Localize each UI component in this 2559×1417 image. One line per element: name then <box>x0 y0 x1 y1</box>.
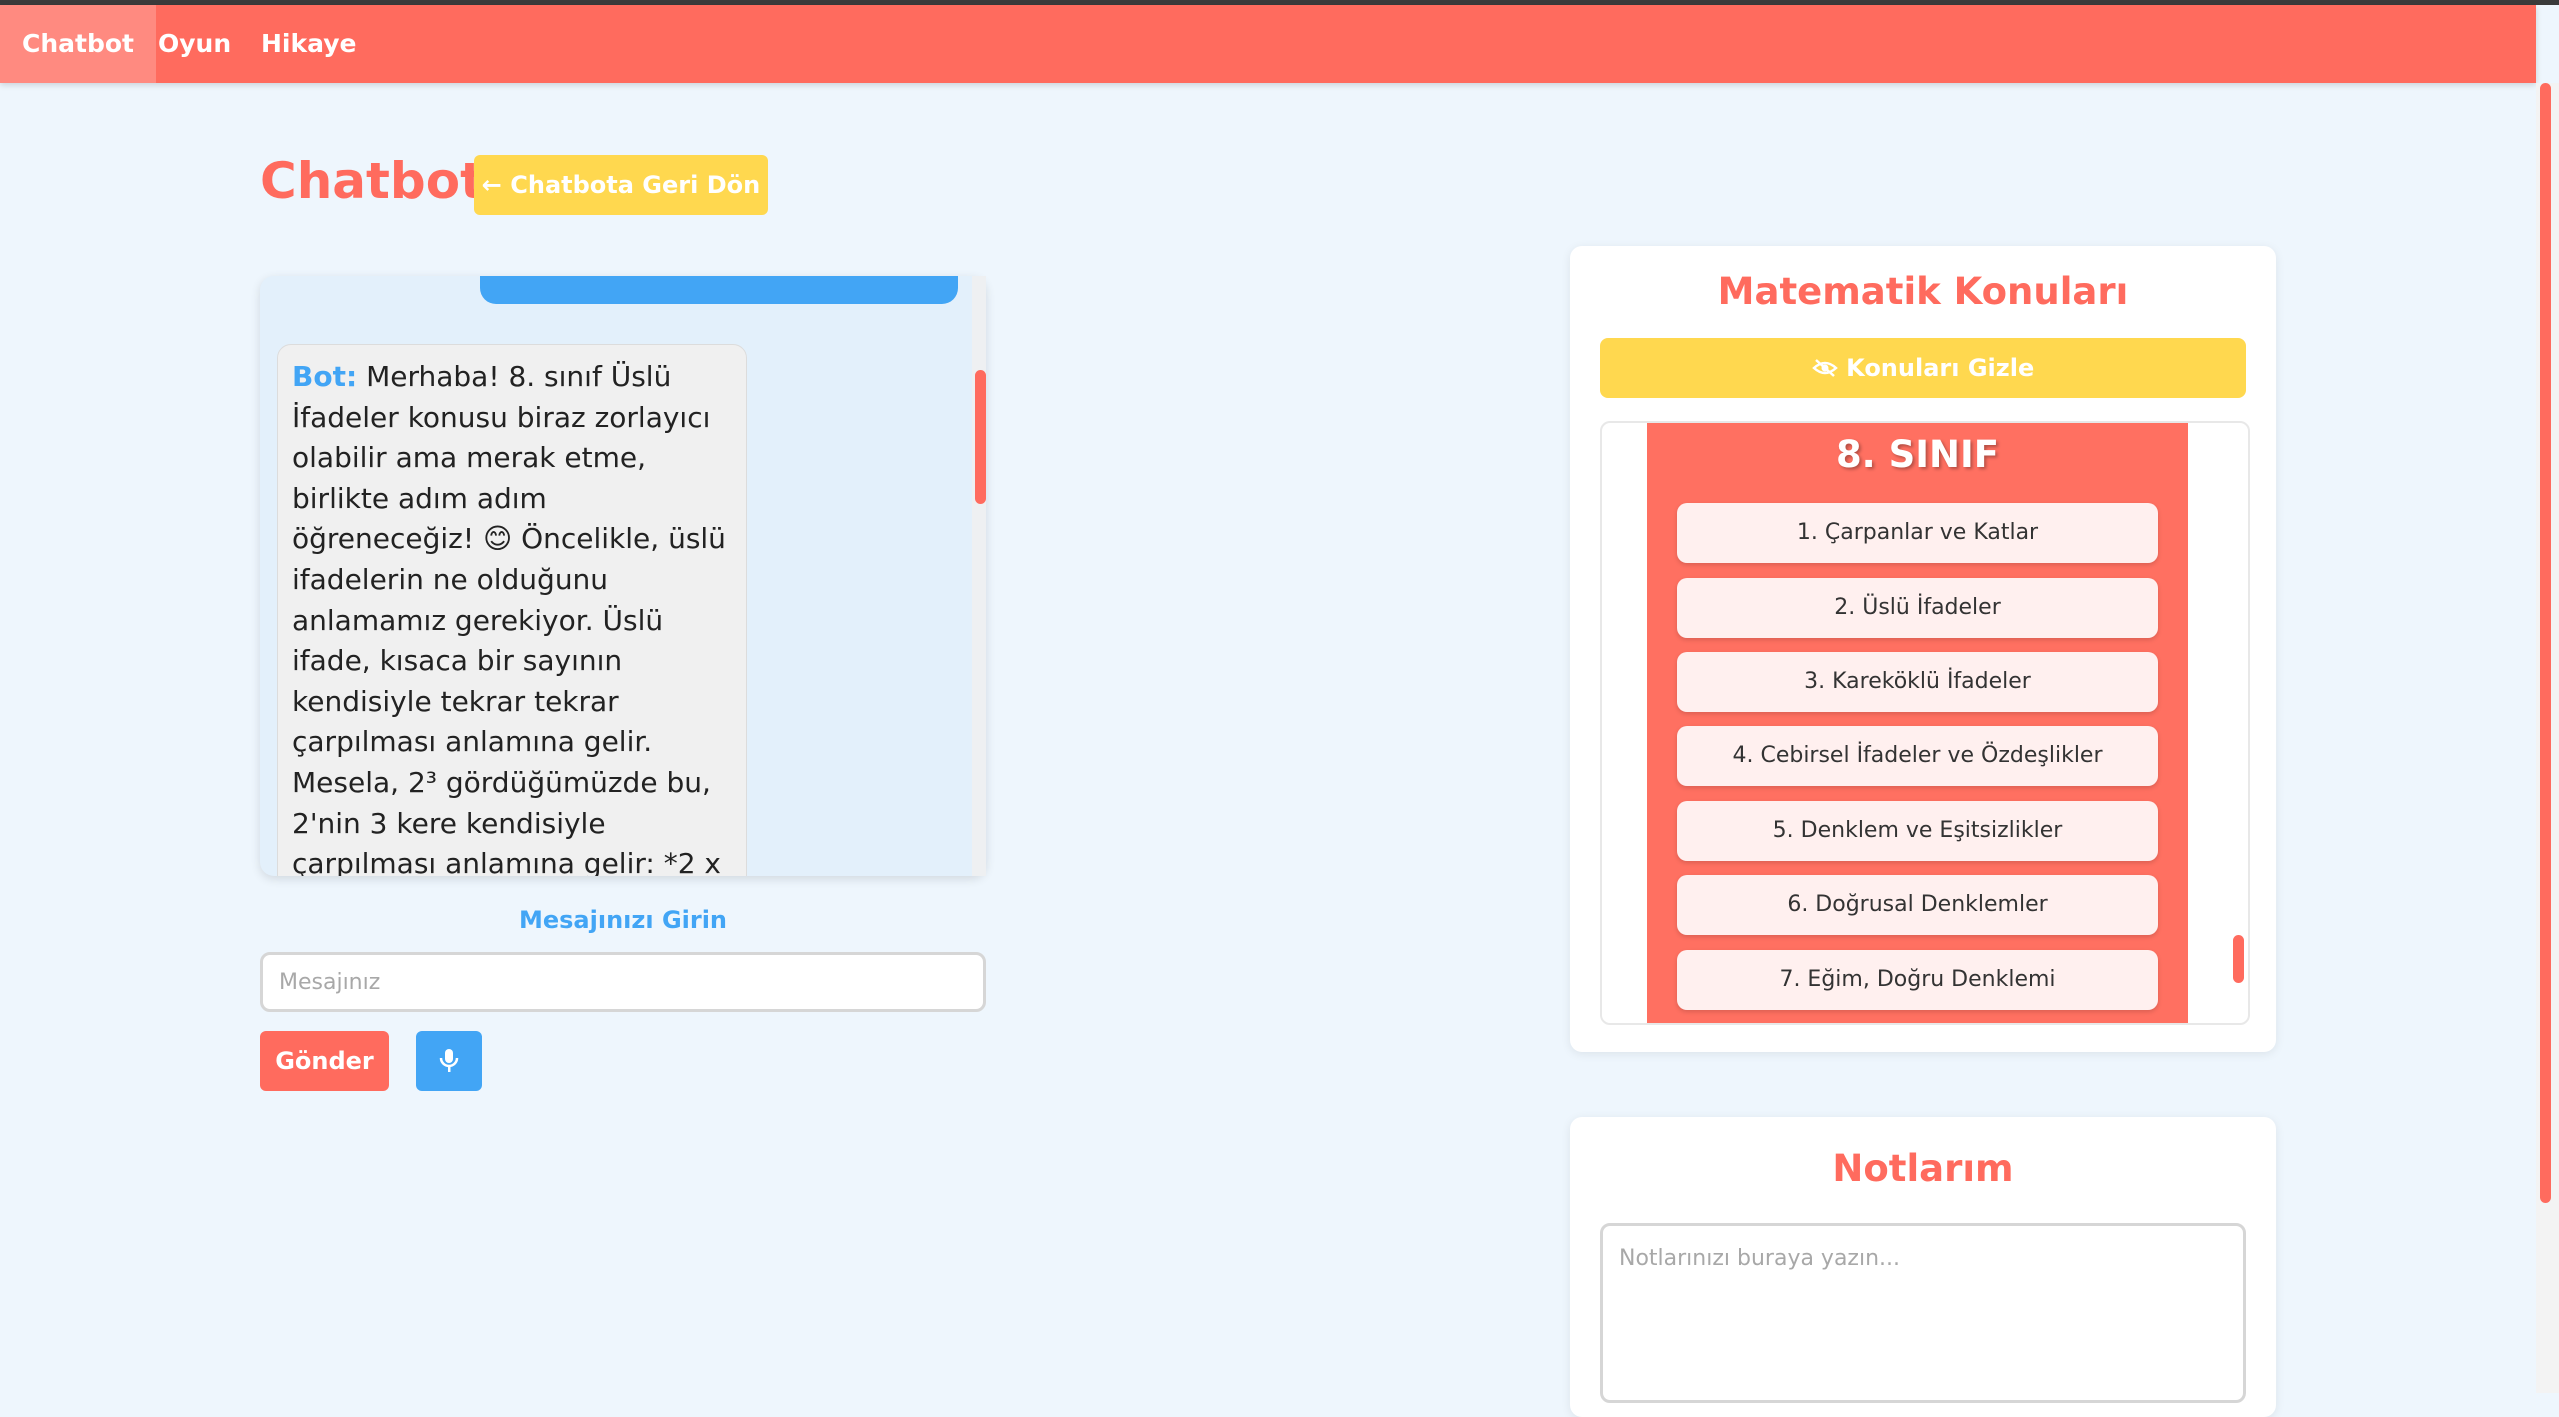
topic-item[interactable]: 5. Denklem ve Eşitsizlikler <box>1677 801 2158 861</box>
nav-item-oyun[interactable]: Oyun <box>136 5 253 83</box>
topic-item[interactable]: 4. Cebirsel İfadeler ve Özdeşlikler <box>1677 726 2158 786</box>
send-button[interactable]: Gönder <box>260 1031 389 1091</box>
notes-title: Notlarım <box>1832 1147 2014 1190</box>
topic-item[interactable]: 2. Üslü İfadeler <box>1677 578 2158 638</box>
nav-item-chatbot[interactable]: Chatbot <box>0 5 156 83</box>
eye-slash-icon <box>1811 354 1846 382</box>
grade-panel: 8. SINIF 1. Çarpanlar ve Katlar 2. Üslü … <box>1647 423 2188 1023</box>
hide-topics-button[interactable]: Konuları Gizle <box>1600 338 2246 398</box>
bot-message-text: Merhaba! 8. sınıf Üslü İfadeler konusu b… <box>292 360 726 876</box>
microphone-icon <box>439 1049 459 1072</box>
topic-item[interactable]: 7. Eğim, Doğru Denklemi <box>1677 950 2158 1010</box>
notes-textarea[interactable] <box>1600 1223 2246 1403</box>
chat-scrollbar-track[interactable] <box>972 276 986 876</box>
navbar: Chatbot Oyun Hikaye <box>0 5 2536 83</box>
hide-topics-label: Konuları Gizle <box>1846 354 2035 382</box>
topics-title: Matematik Konuları <box>1717 270 2129 313</box>
bot-label: Bot: <box>292 360 358 393</box>
back-to-chatbot-button[interactable]: ← Chatbota Geri Dön <box>474 155 768 215</box>
topics-scrollbar-thumb[interactable] <box>2233 935 2244 983</box>
user-message-bubble <box>480 276 958 304</box>
chat-messages[interactable]: Bot: Merhaba! 8. sınıf Üslü İfadeler kon… <box>260 276 986 876</box>
grade-title: 8. SINIF <box>1835 433 2000 476</box>
page-title: Chatbot <box>260 152 484 210</box>
topic-item[interactable]: 6. Doğrusal Denklemler <box>1677 875 2158 935</box>
chat-scrollbar-thumb[interactable] <box>975 370 986 504</box>
message-input[interactable] <box>260 952 986 1012</box>
microphone-button[interactable] <box>416 1031 482 1091</box>
topic-item[interactable]: 1. Çarpanlar ve Katlar <box>1677 503 2158 563</box>
page-scrollbar[interactable] <box>2536 83 2559 1393</box>
bot-message-bubble: Bot: Merhaba! 8. sınıf Üslü İfadeler kon… <box>277 344 747 876</box>
topic-item[interactable]: 3. Kareköklü İfadeler <box>1677 652 2158 712</box>
nav-item-hikaye[interactable]: Hikaye <box>239 5 378 83</box>
message-input-label: Mesajınızı Girin <box>518 906 728 934</box>
topics-list-frame[interactable]: 8. SINIF 1. Çarpanlar ve Katlar 2. Üslü … <box>1600 421 2250 1025</box>
page-scrollbar-thumb[interactable] <box>2540 83 2551 1203</box>
